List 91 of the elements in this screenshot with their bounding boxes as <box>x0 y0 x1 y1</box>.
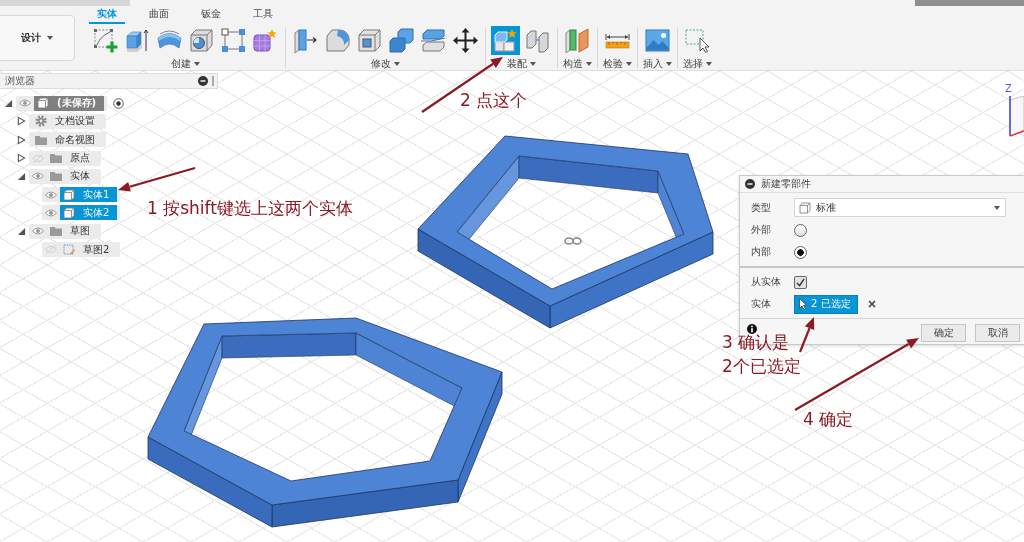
expanded-triangle-icon[interactable] <box>4 98 13 108</box>
field-label: 类型 <box>751 200 772 215</box>
bracket-pair-icon <box>525 27 550 53</box>
radio-button[interactable] <box>794 245 807 259</box>
ribbon-tab[interactable]: 曲面 <box>141 6 177 24</box>
caret-icon <box>394 62 400 66</box>
selection-box-icon <box>685 27 710 53</box>
dialog-button[interactable]: 取消 <box>975 324 1020 342</box>
caret-icon <box>586 62 592 66</box>
field-label: 从实体 <box>751 275 782 289</box>
collapsed-triangle-icon[interactable] <box>17 134 26 145</box>
panels-icon <box>565 27 590 53</box>
sketch-icon <box>63 243 75 256</box>
clear-icon[interactable] <box>867 300 876 308</box>
dialog-title: 新建零部件 <box>761 177 811 191</box>
cube-icon <box>799 201 811 214</box>
expanded-triangle-icon[interactable] <box>17 226 26 236</box>
caret-icon <box>194 62 200 66</box>
toolbar-button[interactable] <box>451 25 480 55</box>
folder-icon <box>35 134 47 145</box>
target-icon[interactable] <box>113 97 125 109</box>
cube-icon <box>63 188 75 201</box>
collapsed-triangle-icon[interactable] <box>17 153 26 164</box>
stacked-cubes-icon <box>389 27 414 53</box>
annotation-text: 2 点这个 <box>460 92 528 109</box>
image-icon <box>645 27 670 53</box>
tree-item[interactable]: 草图 <box>47 223 98 239</box>
move-icon <box>453 27 478 53</box>
collapsed-triangle-icon[interactable] <box>17 116 26 127</box>
hollow-cube-icon <box>357 27 382 53</box>
caret-icon <box>626 62 632 66</box>
caret-icon <box>47 36 53 40</box>
group-menu-button[interactable]: 修改 <box>371 57 400 71</box>
ribbon-tab[interactable]: 钣金 <box>193 6 229 24</box>
workspace-button[interactable]: 设计 <box>0 15 75 61</box>
tree-item[interactable]: 草图2 <box>60 242 118 257</box>
field-label: 外部 <box>751 223 772 237</box>
annotation-text: 3 确认是 2个已选定 <box>722 334 801 375</box>
axis-label: Z <box>1005 83 1012 95</box>
checkbox[interactable] <box>794 275 807 289</box>
cubes-star-icon <box>493 27 518 53</box>
caret-icon <box>706 62 712 66</box>
collapse-icon[interactable] <box>198 76 208 86</box>
group-menu-button[interactable]: 创建 <box>171 57 200 71</box>
eye-icon[interactable] <box>45 190 57 199</box>
caret-icon <box>530 62 536 66</box>
folder-icon <box>50 226 62 237</box>
group-menu-button[interactable]: 选择 <box>683 57 712 71</box>
annotation-text: 1 按shift键选上这两个实体 <box>147 200 353 217</box>
folder-icon <box>50 153 62 164</box>
layered-slabs-icon <box>421 27 446 53</box>
box-arrow-icon <box>125 27 150 53</box>
field-label: 内部 <box>751 245 772 259</box>
linked-squares-icon <box>221 27 246 53</box>
expanded-triangle-icon[interactable] <box>17 171 26 181</box>
folder-icon <box>50 171 62 182</box>
collapse-icon[interactable] <box>745 179 755 189</box>
type-dropdown[interactable]: 标准 <box>794 198 1006 217</box>
cube-hole-icon <box>189 27 214 53</box>
group-menu-button[interactable]: 装配 <box>507 57 536 71</box>
panel-title: 浏览器 <box>5 74 35 88</box>
checkmark-icon <box>796 277 805 287</box>
group-menu-button[interactable]: 构造 <box>563 57 592 71</box>
eye-icon[interactable] <box>32 172 44 181</box>
cursor-icon <box>799 298 807 310</box>
origin-marker-icon <box>564 237 582 245</box>
cube-star-icon <box>253 27 278 53</box>
annotation-text: 4 确定 <box>803 411 854 428</box>
tree-item[interactable]: 原点 <box>47 150 98 166</box>
rounded-block-icon <box>325 27 350 53</box>
ribbon-tab[interactable]: 工具 <box>245 6 281 24</box>
tree-item[interactable]: 实体 <box>47 168 98 184</box>
sketch-plus-icon <box>93 27 118 53</box>
caret-icon <box>994 205 1000 210</box>
caret-icon <box>666 62 672 66</box>
tree-item[interactable]: 文档设置 <box>32 113 103 129</box>
eye-icon[interactable] <box>45 208 57 217</box>
eye-icon[interactable] <box>32 227 44 236</box>
info-icon[interactable] <box>747 324 757 334</box>
radio-button[interactable] <box>794 223 807 237</box>
cube-icon <box>63 206 75 219</box>
tree-item[interactable]: 命名视图 <box>32 132 103 148</box>
resize-handle-icon[interactable] <box>212 76 214 86</box>
eye-icon[interactable] <box>19 99 31 108</box>
field-label: 实体 <box>751 297 772 311</box>
tree-item[interactable]: (未保存) <box>34 95 105 111</box>
slab-arrow-icon <box>293 27 318 53</box>
group-menu-button[interactable]: 检验 <box>603 57 632 71</box>
group-menu-button[interactable]: 插入 <box>643 57 672 71</box>
cube-icon <box>37 97 49 110</box>
dialog-button[interactable]: 确定 <box>921 324 966 342</box>
